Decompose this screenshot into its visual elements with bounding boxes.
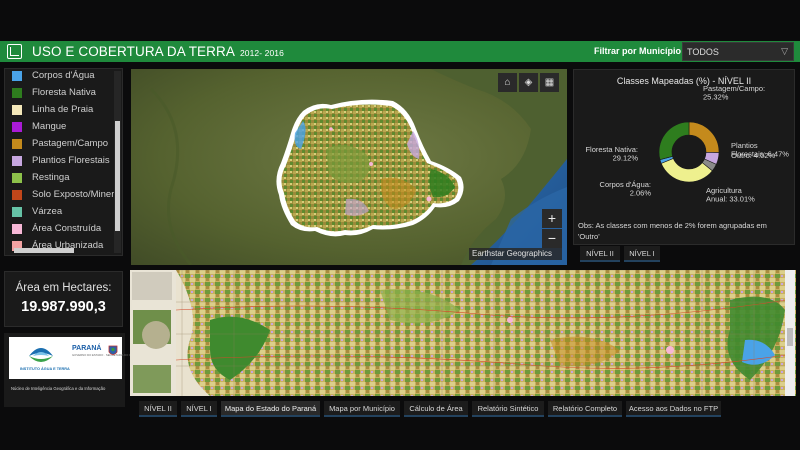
app-logo-icon (7, 44, 22, 59)
classes-chart-panel: Classes Mapeadas (%) - NÍVEL II Pastagem… (573, 69, 795, 245)
state-seal-icon (108, 345, 118, 355)
area-panel: Área em Hectares: 19.987.990,3 (4, 271, 123, 327)
iat-logo-icon (29, 348, 53, 362)
legend-item-label: Floresta Nativa (32, 87, 96, 98)
legend-item-label: Corpos d'Água (32, 70, 95, 81)
area-label: Área em Hectares: (15, 282, 112, 294)
donut-slice[interactable] (688, 121, 720, 153)
chevron-down-icon: ▽ (781, 46, 788, 56)
tab-acesso-ftp[interactable]: Acesso aos Dados no FTP (626, 401, 721, 417)
municipality-select-value: TODOS (687, 47, 719, 57)
legend-item: Várzea (12, 204, 118, 220)
filter-label: Filtrar por Município (594, 46, 681, 56)
logos-caption: Núcleo de Inteligência Geográfica e da I… (11, 386, 106, 391)
app-title: USO E COBERTURA DA TERRA 2012- 2016 (32, 44, 284, 59)
legend-swatch (12, 224, 22, 234)
donut-slice[interactable] (658, 121, 690, 161)
tab-mapa-municipio[interactable]: Mapa por Município (324, 401, 400, 417)
layers-icon: ◈ (524, 77, 533, 88)
legend-item-label: Solo Exposto/Mineração (32, 189, 118, 200)
donut-chart: Pastagem/Campo: 25.32%Plantios Florestais:… (585, 84, 789, 204)
chart-note: Obs: As classes com menos de 2% forem ag… (578, 221, 767, 241)
tab-mapa-estado[interactable]: Mapa do Estado do Paraná (221, 401, 320, 417)
tab-nivel-2[interactable]: NÍVEL II (139, 401, 177, 417)
donut-label: Outro: 4.02% (731, 151, 776, 160)
qrcode-button[interactable]: ▦ (540, 73, 559, 92)
legend-item-label: Plantios Florestais (32, 155, 110, 166)
legend-item-label: Pastagem/Campo (32, 138, 109, 149)
legend-item: Mangue (12, 119, 118, 135)
donut-label: Agricultura Anual: 33.01% (706, 186, 755, 204)
zoom-out-button[interactable]: − (542, 229, 562, 248)
legend-swatch (12, 122, 22, 132)
app-header: USO E COBERTURA DA TERRA 2012- 2016 Filtr… (0, 41, 800, 62)
tab-relatorio-completo[interactable]: Relatório Completo (548, 401, 622, 417)
legend-item: Solo Exposto/Mineração (12, 187, 118, 203)
legend-item: Corpos d'Água (12, 69, 118, 84)
partner-logos: INSTITUTO ÁGUA E TERRA PARANÁ GOVERNO DO… (9, 337, 178, 379)
parana-logo-text: PARANÁ (72, 345, 102, 352)
legend-scrollbar[interactable] (114, 71, 121, 253)
state-map[interactable]: ⌂ ◈ ▦ + − Earthstar Geographics (131, 69, 567, 265)
municipality-select[interactable]: TODOS ▽ (682, 42, 794, 61)
donut-label: Floresta Nativa: 29.12% (585, 145, 638, 163)
map-attribution: Earthstar Geographics (469, 248, 562, 260)
tab-nivel-1[interactable]: NÍVEL I (181, 401, 217, 417)
legend-swatch (12, 105, 22, 115)
legend-item-label: Mangue (32, 121, 67, 132)
detail-map-scrollbar[interactable] (785, 270, 795, 396)
legend-swatch (12, 71, 22, 81)
legend-item: Pastagem/Campo (12, 136, 118, 152)
logos-panel: INSTITUTO ÁGUA E TERRA PARANÁ GOVERNO DO… (4, 333, 178, 407)
tab-nivel-1-chart[interactable]: NÍVEL I (624, 246, 660, 262)
legend-horizontal-scrollbar[interactable] (14, 248, 74, 253)
legend-item: Restinga (12, 170, 118, 186)
home-button[interactable]: ⌂ (498, 73, 517, 92)
legend-item-label: Área Construída (32, 223, 102, 234)
iat-logo-text: INSTITUTO ÁGUA E TERRA (20, 367, 70, 371)
legend-swatch (12, 190, 22, 200)
detail-map-scrollbar-thumb[interactable] (787, 328, 793, 346)
tab-relatorio-sintetico[interactable]: Relatório Sintético (472, 401, 544, 417)
parana-logo-subtext: GOVERNO DO ESTADO · SECRETARIA DO DESENV… (72, 353, 178, 357)
donut-label: Corpos d'Água: 2.06% (600, 180, 652, 198)
detail-map-image (130, 270, 796, 396)
legend-scrollbar-thumb[interactable] (115, 121, 120, 231)
legend-item-label: Restinga (32, 172, 70, 183)
legend-swatch (12, 173, 22, 183)
legend-item: Plantios Florestais (12, 153, 118, 169)
satellite-basemap (131, 69, 567, 265)
legend-panel: Corpos d'Água Floresta Nativa Linha de P… (4, 68, 123, 256)
legend-swatch (12, 156, 22, 166)
app-title-years: 2012- 2016 (239, 48, 284, 58)
legend-item: Área Construída (12, 221, 118, 237)
area-value: 19.987.990,3 (21, 299, 106, 315)
tab-nivel-2-chart[interactable]: NÍVEL II (580, 246, 620, 262)
legend-item-label: Linha de Praia (32, 104, 94, 115)
legend-swatch (12, 88, 22, 98)
legend-item-label: Várzea (32, 206, 63, 217)
legend-swatch (12, 207, 22, 217)
donut-label: Pastagem/Campo: 25.32% (703, 84, 765, 102)
tab-calculo-area[interactable]: Cálculo de Área (404, 401, 468, 417)
legend-item: Linha de Praia (12, 102, 118, 118)
home-icon: ⌂ (504, 77, 511, 88)
legend-item: Floresta Nativa (12, 85, 118, 101)
qrcode-icon: ▦ (544, 77, 555, 88)
legend-swatch (12, 139, 22, 149)
basemap-button[interactable]: ◈ (519, 73, 538, 92)
state-detail-map[interactable] (130, 270, 796, 396)
app-title-text: USO E COBERTURA DA TERRA (32, 44, 235, 59)
zoom-in-button[interactable]: + (542, 209, 562, 228)
